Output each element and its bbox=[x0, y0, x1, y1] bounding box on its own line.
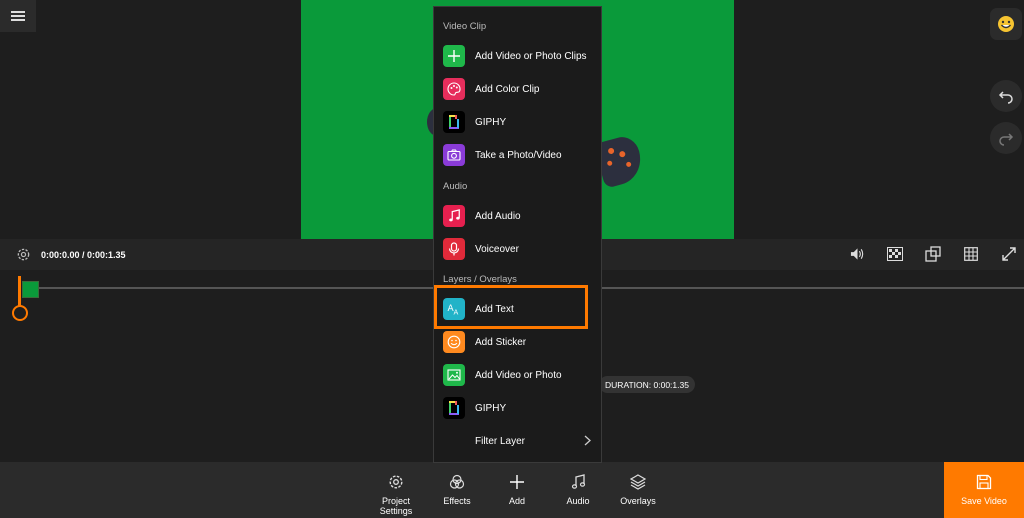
hamburger-icon bbox=[11, 11, 25, 21]
menu-item-add-color-clip[interactable]: Add Color Clip bbox=[434, 73, 601, 105]
playback-settings-button[interactable] bbox=[15, 246, 31, 262]
background-button[interactable] bbox=[887, 246, 903, 262]
project-settings-label: Project Settings bbox=[379, 496, 413, 516]
chevron-right-icon bbox=[584, 435, 591, 449]
effects-button[interactable]: Effects bbox=[427, 472, 487, 506]
timecode: 0:00:0.00 / 0:00:1.35 bbox=[41, 250, 126, 260]
section-header-video-clip: Video Clip bbox=[443, 21, 487, 32]
menu-item-voiceover[interactable]: Voiceover bbox=[434, 233, 601, 265]
menu-item-filter-layer[interactable]: Filter Layer bbox=[434, 425, 601, 457]
grid-icon bbox=[964, 247, 978, 261]
effects-label: Effects bbox=[443, 496, 471, 506]
undo-icon bbox=[998, 91, 1013, 104]
menu-item-take-photo-video[interactable]: Take a Photo/Video bbox=[434, 139, 601, 171]
fullscreen-button[interactable] bbox=[1001, 246, 1017, 262]
plus-icon bbox=[510, 475, 524, 489]
menu-item-add-video-or-photo-clips[interactable]: Add Video or Photo Clips bbox=[434, 40, 601, 72]
menu-button[interactable] bbox=[0, 0, 36, 32]
duration-badge: DURATION: 0:00:1.35 bbox=[599, 376, 695, 393]
playhead-handle[interactable] bbox=[12, 305, 28, 321]
aspect-ratio-button[interactable] bbox=[925, 246, 941, 262]
microphone-icon bbox=[443, 238, 465, 260]
giphy-icon bbox=[443, 397, 465, 419]
aspect-ratio-icon bbox=[925, 246, 941, 262]
volume-icon bbox=[850, 248, 863, 260]
overlays-button[interactable]: Overlays bbox=[608, 472, 668, 506]
layers-icon bbox=[630, 474, 646, 490]
menu-item-add-video-or-photo[interactable]: Add Video or Photo bbox=[434, 359, 601, 391]
gear-icon bbox=[389, 475, 403, 489]
audio-button[interactable]: Audio bbox=[548, 472, 608, 506]
undo-button[interactable] bbox=[990, 80, 1022, 112]
palette-icon bbox=[443, 78, 465, 100]
menu-item-giphy[interactable]: GIPHY bbox=[434, 106, 601, 138]
add-label: Add bbox=[508, 496, 525, 506]
volume-button[interactable] bbox=[849, 246, 865, 262]
effects-icon bbox=[449, 474, 465, 489]
save-video-label: Save Video bbox=[961, 496, 1007, 506]
highlight-annotation bbox=[434, 285, 588, 329]
project-settings-button[interactable]: Project Settings bbox=[366, 472, 426, 516]
overlays-label: Overlays bbox=[620, 496, 656, 506]
redo-icon bbox=[999, 133, 1014, 146]
giphy-icon bbox=[443, 111, 465, 133]
image-icon bbox=[443, 364, 465, 386]
menu-item-add-audio[interactable]: Add Audio bbox=[434, 200, 601, 232]
section-header-audio: Audio bbox=[443, 181, 468, 192]
grid-button[interactable] bbox=[963, 246, 979, 262]
music-note-icon bbox=[571, 474, 586, 489]
save-video-button[interactable]: Save Video bbox=[944, 462, 1024, 518]
emoji-button[interactable] bbox=[990, 8, 1022, 40]
menu-item-add-sticker[interactable]: Add Sticker bbox=[434, 326, 601, 358]
checkerboard-icon bbox=[887, 247, 903, 261]
redo-button[interactable] bbox=[990, 122, 1022, 154]
smiley-icon bbox=[443, 331, 465, 353]
save-icon bbox=[976, 474, 992, 490]
menu-item-giphy-overlay[interactable]: GIPHY bbox=[434, 392, 601, 424]
gear-icon bbox=[17, 248, 29, 260]
section-header-layers-overlays: Layers / Overlays bbox=[443, 274, 517, 285]
camera-icon bbox=[443, 144, 465, 166]
expand-icon bbox=[1002, 247, 1016, 261]
add-button[interactable]: Add bbox=[487, 472, 547, 506]
plus-icon bbox=[443, 45, 465, 67]
playhead[interactable] bbox=[18, 276, 21, 306]
timeline-clip[interactable] bbox=[22, 281, 39, 298]
add-menu: Video Clip Add Video or Photo Clips Add … bbox=[433, 6, 602, 463]
audio-label: Audio bbox=[566, 496, 590, 506]
music-note-icon bbox=[443, 205, 465, 227]
smiley-icon bbox=[998, 16, 1014, 32]
